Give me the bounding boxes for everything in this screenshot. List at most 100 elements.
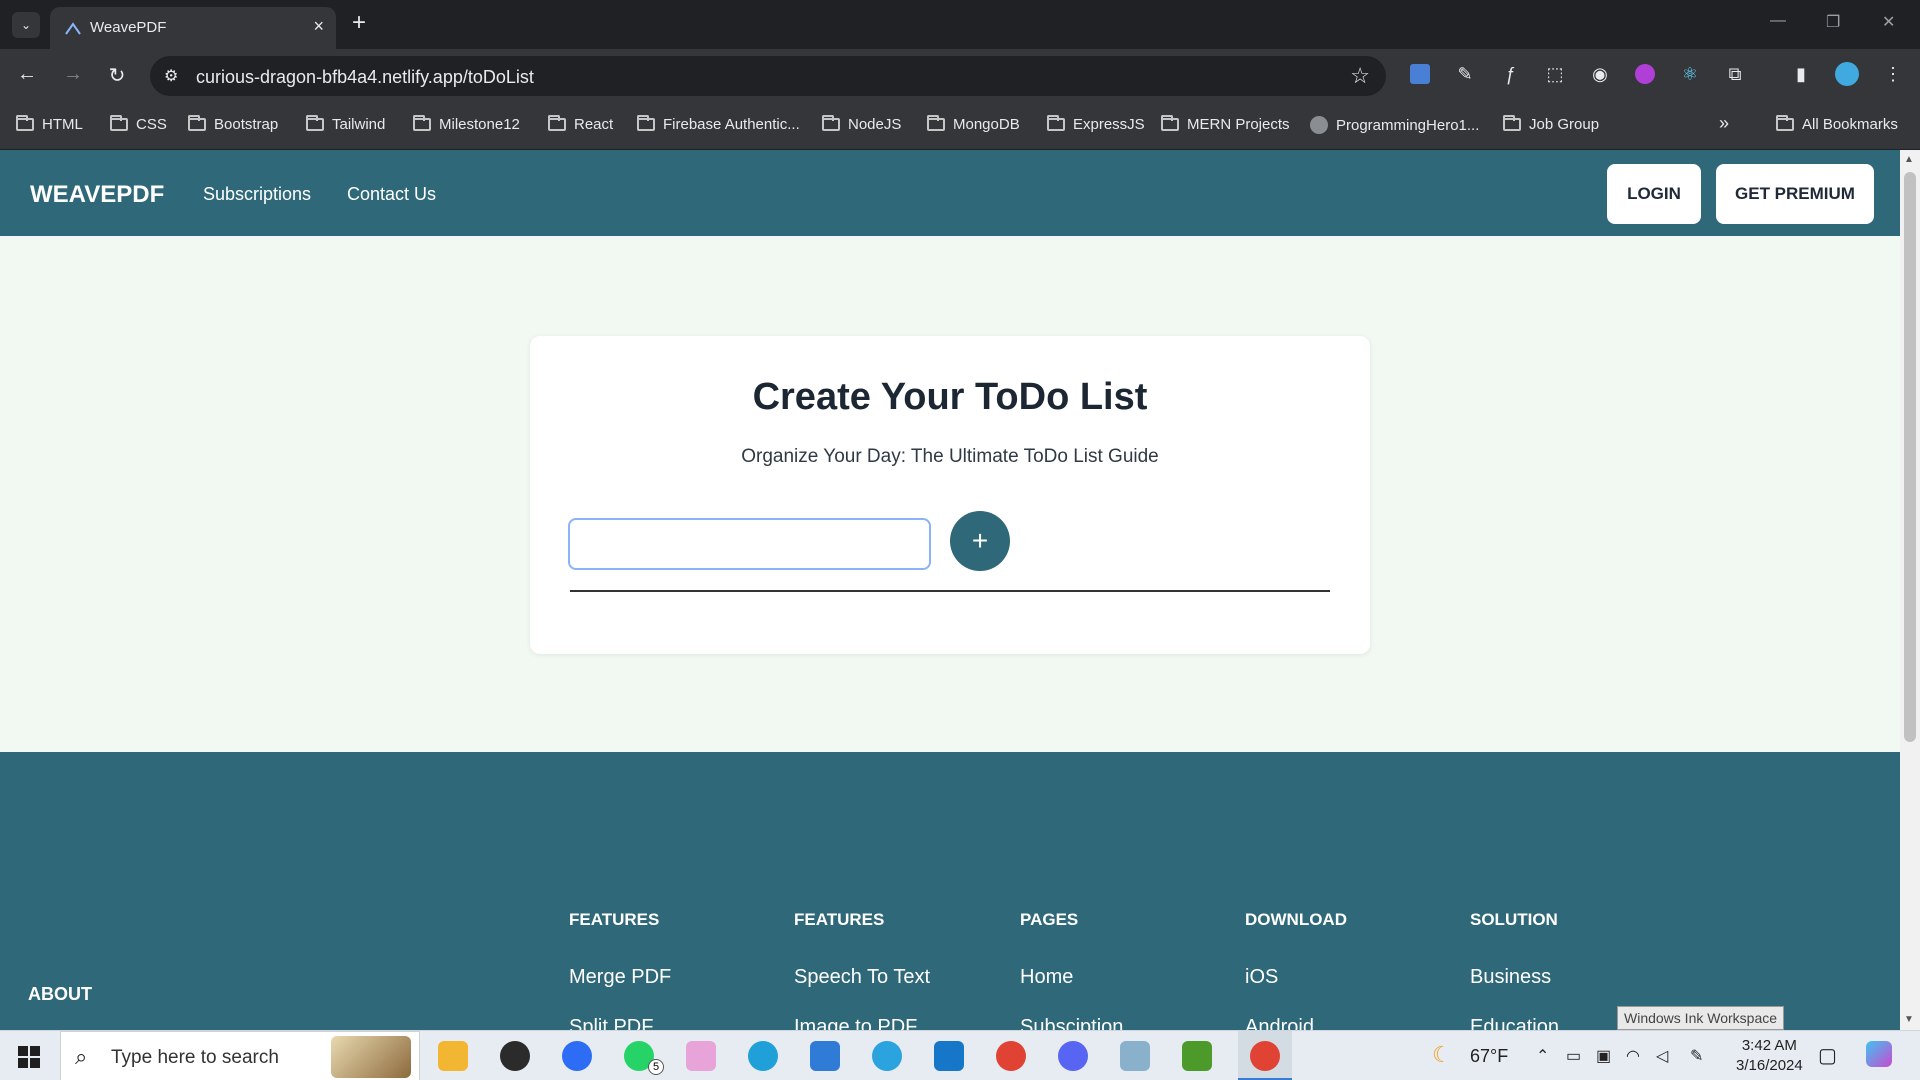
close-window-icon[interactable]: ✕	[1882, 12, 1895, 32]
forward-icon[interactable]: →	[60, 63, 86, 86]
formula-extension-icon[interactable]: ƒ	[1497, 61, 1523, 87]
back-icon[interactable]: ←	[14, 63, 40, 86]
bookmark-expressjs[interactable]: ExpressJS	[1047, 115, 1145, 133]
chrome-icon[interactable]	[996, 1041, 1026, 1071]
bookmark-mern-projects[interactable]: MERN Projects	[1161, 115, 1290, 133]
obs-icon[interactable]	[500, 1041, 530, 1071]
bookmark-tailwind[interactable]: Tailwind	[306, 115, 385, 133]
extensions-puzzle-icon[interactable]: ⧉	[1722, 61, 1748, 87]
footer-link-ios[interactable]: iOS	[1245, 966, 1278, 989]
address-bar[interactable]: ⚙ curious-dragon-bfb4a4.netlify.app/toDo…	[150, 56, 1386, 96]
footer-link-speech-to-text[interactable]: Speech To Text	[794, 966, 930, 989]
page-viewport: WEAVEPDF Subscriptions Contact Us LOGIN …	[0, 150, 1900, 1030]
bookmark-react[interactable]: React	[548, 115, 613, 133]
side-panel-icon[interactable]: ▮	[1788, 61, 1814, 87]
mail-icon[interactable]	[810, 1041, 840, 1071]
folder-icon	[110, 115, 128, 131]
screenshot-extension-icon[interactable]: ⬚	[1542, 61, 1568, 87]
bookmark-firebase[interactable]: Firebase Authentic...	[637, 115, 800, 133]
reload-icon[interactable]: ↻	[104, 63, 130, 88]
nodejs-icon[interactable]	[1182, 1041, 1212, 1071]
all-bookmarks-button[interactable]: All Bookmarks	[1776, 115, 1898, 133]
browser-tab[interactable]: WeavePDF ×	[50, 7, 336, 49]
site-logo[interactable]: WEAVEPDF	[30, 181, 164, 209]
profile-avatar[interactable]	[1834, 61, 1860, 87]
telegram-icon[interactable]	[872, 1041, 902, 1071]
login-button[interactable]: LOGIN	[1607, 164, 1701, 224]
copilot-icon[interactable]	[1866, 1041, 1892, 1067]
taskbar-search-box[interactable]: ⌕ Type here to search	[60, 1031, 420, 1080]
folder-icon	[822, 115, 840, 131]
active-chrome-taskbar-button[interactable]	[1238, 1031, 1292, 1080]
translate-extension-icon[interactable]	[1407, 61, 1433, 87]
react-devtools-icon[interactable]: ⚛	[1677, 61, 1703, 87]
url-text[interactable]: curious-dragon-bfb4a4.netlify.app/toDoLi…	[196, 67, 534, 88]
vscode-icon[interactable]	[934, 1041, 964, 1071]
whatsapp-badge: 5	[648, 1059, 664, 1075]
footer-heading-download: DOWNLOAD	[1245, 910, 1347, 929]
windows-start-icon[interactable]	[18, 1046, 40, 1068]
folder-icon	[1047, 115, 1065, 131]
todo-input[interactable]	[568, 518, 931, 570]
footer-link-android[interactable]: Android	[1245, 1016, 1314, 1030]
file-explorer-icon[interactable]	[438, 1041, 468, 1071]
footer-link-split-pdf[interactable]: Split PDF	[569, 1016, 653, 1030]
gem-app-icon[interactable]	[686, 1041, 716, 1071]
folder-icon	[637, 115, 655, 131]
nav-contact-us[interactable]: Contact Us	[347, 184, 436, 205]
footer-link-education[interactable]: Education	[1470, 1016, 1559, 1030]
bookmark-programminghero[interactable]: ProgrammingHero1...	[1310, 116, 1479, 134]
volume-icon[interactable]: ◁	[1656, 1046, 1668, 1066]
weather-temperature[interactable]: 67°F	[1470, 1046, 1508, 1067]
page-scrollbar[interactable]: ▲ ▼	[1900, 150, 1920, 1030]
edge-icon[interactable]	[748, 1041, 778, 1071]
camera-extension-icon[interactable]: ◉	[1587, 61, 1613, 87]
site-info-icon[interactable]: ⚙	[164, 66, 178, 86]
bookmark-mongodb[interactable]: MongoDB	[927, 115, 1020, 133]
meet-now-icon[interactable]: ▣	[1596, 1046, 1611, 1066]
footer-link-merge-pdf[interactable]: Merge PDF	[569, 966, 671, 989]
weather-moon-icon[interactable]: ☾	[1432, 1042, 1452, 1068]
browser-menu-icon[interactable]: ⋮	[1880, 61, 1906, 87]
clock-time: 3:42 AM	[1741, 1037, 1797, 1054]
browser-tabstrip: ⌄ WeavePDF × + — ❐ ✕	[0, 0, 1920, 49]
purple-extension-icon[interactable]	[1632, 61, 1658, 87]
taskbar-clock[interactable]: 3:42 AM 3/16/2024	[1736, 1036, 1803, 1076]
chrome-profile-icon	[1250, 1041, 1280, 1071]
bookmark-bootstrap[interactable]: Bootstrap	[188, 115, 278, 133]
close-tab-icon[interactable]: ×	[313, 16, 324, 37]
windows-ink-icon[interactable]: ✎	[1690, 1046, 1703, 1066]
battery-icon[interactable]: ▭	[1566, 1046, 1581, 1066]
bookmark-html[interactable]: HTML	[16, 115, 83, 133]
footer-link-home[interactable]: Home	[1020, 966, 1073, 989]
tab-search-button[interactable]: ⌄	[12, 12, 40, 38]
get-premium-button[interactable]: GET PREMIUM	[1716, 164, 1874, 224]
footer-link-business[interactable]: Business	[1470, 966, 1551, 989]
show-hidden-icons-icon[interactable]: ⌃	[1536, 1046, 1549, 1066]
add-todo-button[interactable]: +	[950, 511, 1010, 571]
bookmark-css[interactable]: CSS	[110, 115, 167, 133]
bookmark-nodejs[interactable]: NodeJS	[822, 115, 901, 133]
restore-window-icon[interactable]: ❐	[1826, 12, 1840, 32]
minimize-window-icon[interactable]: —	[1770, 12, 1786, 30]
scrollbar-thumb[interactable]	[1904, 172, 1916, 742]
pen-extension-icon[interactable]: ✎	[1452, 61, 1478, 87]
wifi-icon[interactable]: ◠	[1626, 1046, 1640, 1066]
more-bookmarks-button[interactable]: »	[1719, 113, 1729, 134]
search-highlight-image	[331, 1036, 411, 1078]
zoom-icon[interactable]	[562, 1041, 592, 1071]
plus-icon: +	[971, 525, 989, 556]
new-tab-button[interactable]: +	[352, 9, 366, 37]
scroll-up-arrow-icon[interactable]: ▲	[1904, 154, 1914, 165]
scroll-down-arrow-icon[interactable]: ▼	[1904, 1014, 1914, 1025]
bookmark-job-group[interactable]: Job Group	[1503, 115, 1599, 133]
bookmark-star-icon[interactable]: ☆	[1350, 63, 1370, 89]
footer-link-image-to-pdf[interactable]: Image to PDF	[794, 1016, 917, 1030]
folder-icon	[16, 115, 34, 131]
nav-subscriptions[interactable]: Subscriptions	[203, 184, 311, 205]
notifications-icon[interactable]: ▢	[1818, 1043, 1837, 1068]
notes-app-icon[interactable]	[1120, 1041, 1150, 1071]
footer-link-subscription[interactable]: Subsciption	[1020, 1016, 1123, 1030]
discord-icon[interactable]	[1058, 1041, 1088, 1071]
bookmark-milestone12[interactable]: Milestone12	[413, 115, 520, 133]
